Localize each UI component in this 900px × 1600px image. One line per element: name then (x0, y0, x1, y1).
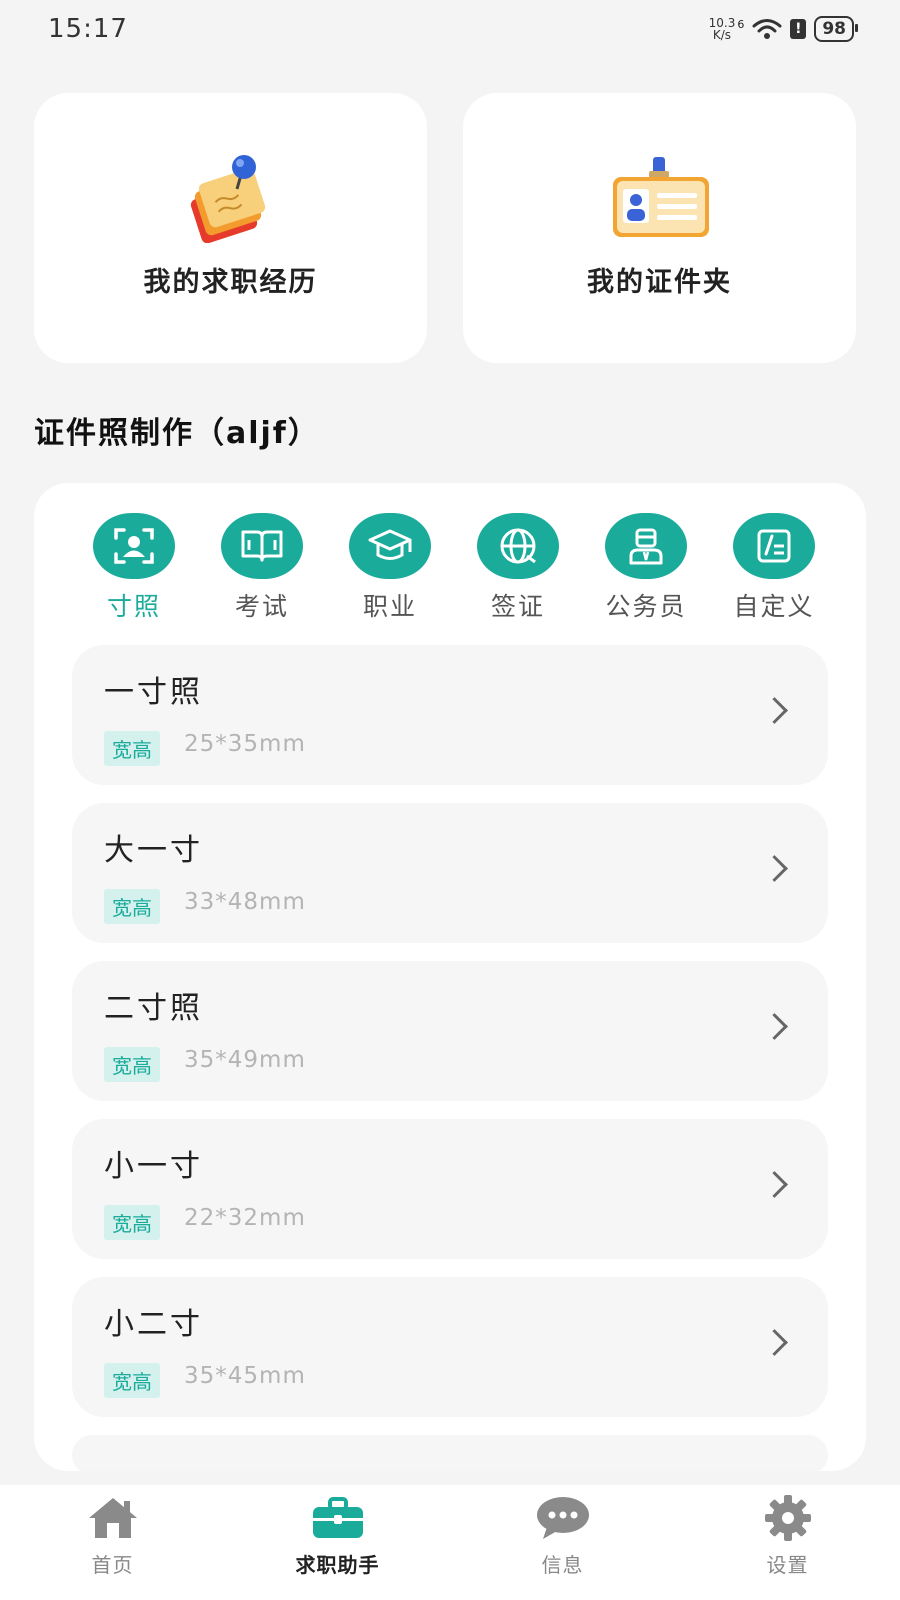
nav-label: 求职助手 (295, 1553, 380, 1577)
chevron-right-icon (761, 1013, 788, 1040)
tab-label: 考试 (234, 592, 289, 621)
category-tabs: 寸照 考试 职业 签证 公务员 自定义 (84, 513, 824, 623)
tab-inch-photo[interactable]: 寸照 (84, 513, 184, 623)
job-history-card[interactable]: 我的求职经历 (34, 93, 427, 363)
size-dimensions: 35*49mm (184, 1047, 306, 1073)
size-name: 一寸照 (104, 675, 203, 710)
signal-label: 6 (737, 17, 745, 31)
alert-icon: ! (790, 19, 807, 39)
size-dimensions: 35*45mm (184, 1363, 306, 1389)
id-badge-icon (612, 157, 709, 237)
globe-icon (500, 528, 536, 564)
book-icon (241, 530, 283, 562)
certificate-folder-label: 我的证件夹 (587, 267, 732, 298)
tab-label: 自定义 (733, 592, 815, 621)
size-dimensions: 33*48mm (184, 889, 306, 915)
gear-icon (764, 1495, 811, 1541)
size-tag: 宽高 (104, 1363, 160, 1398)
notes-pin-icon (190, 155, 265, 243)
nav-messages[interactable]: 信息 (450, 1485, 675, 1600)
graduation-cap-icon (368, 529, 412, 560)
tab-custom[interactable]: 自定义 (724, 513, 824, 623)
chevron-right-icon (761, 855, 788, 882)
chevron-right-icon (761, 1329, 788, 1356)
official-person-icon (629, 528, 663, 565)
list-item[interactable]: 小一寸 宽高 22*32mm (72, 1119, 828, 1259)
tab-label: 寸照 (106, 592, 161, 621)
size-tag: 宽高 (104, 1047, 160, 1082)
list-item[interactable]: 大一寸 宽高 33*48mm (72, 803, 828, 943)
chevron-right-icon (761, 697, 788, 724)
list-item[interactable]: 一寸照 宽高 25*35mm (72, 645, 828, 785)
certificate-folder-card[interactable]: 我的证件夹 (463, 93, 856, 363)
size-tag: 宽高 (104, 889, 160, 924)
network-speed: 10.3 K/s (709, 17, 736, 41)
tab-label: 职业 (362, 592, 417, 621)
bottom-nav: 首页 求职助手 信息 设置 (0, 1485, 900, 1600)
list-item[interactable]: 二寸照 宽高 35*49mm (72, 961, 828, 1101)
photo-size-panel: 寸照 考试 职业 签证 公务员 自定义 一寸照 宽高 25*35mm 大一寸 宽… (34, 483, 866, 1471)
status-bar: 15:17 10.3 K/s 6 ! 98 (0, 0, 900, 60)
briefcase-icon (312, 1497, 363, 1538)
status-indicators: 10.3 K/s 6 ! 98 (709, 16, 858, 42)
chat-bubble-icon (536, 1497, 589, 1539)
tab-label: 公务员 (605, 592, 687, 621)
size-name: 二寸照 (104, 991, 203, 1026)
network-speed-unit: K/s (712, 28, 732, 42)
list-item[interactable]: 小二寸 宽高 35*45mm (72, 1277, 828, 1417)
nav-settings[interactable]: 设置 (675, 1485, 900, 1600)
wifi-icon (752, 19, 782, 39)
tab-civil-servant[interactable]: 公务员 (596, 513, 696, 623)
tab-profession[interactable]: 职业 (340, 513, 440, 623)
tab-label: 签证 (490, 592, 545, 621)
section-title: 证件照制作（aljf） (34, 416, 320, 451)
size-list: 一寸照 宽高 25*35mm 大一寸 宽高 33*48mm 二寸照 宽高 35*… (72, 645, 828, 1471)
nav-home[interactable]: 首页 (0, 1485, 225, 1600)
job-history-label: 我的求职经历 (143, 267, 318, 298)
chevron-right-icon (761, 1171, 788, 1198)
size-name: 小二寸 (104, 1307, 203, 1342)
tab-visa[interactable]: 签证 (468, 513, 568, 623)
size-name: 大一寸 (104, 833, 203, 868)
size-dimensions: 22*32mm (184, 1205, 306, 1231)
edit-icon (757, 529, 791, 563)
home-icon (88, 1498, 137, 1538)
status-time: 15:17 (48, 14, 128, 44)
nav-label: 首页 (91, 1553, 134, 1577)
portrait-frame-icon (114, 528, 154, 564)
size-tag: 宽高 (104, 1205, 160, 1240)
list-item-partial[interactable] (72, 1435, 828, 1471)
size-tag: 宽高 (104, 731, 160, 766)
nav-label: 信息 (541, 1553, 584, 1577)
nav-label: 设置 (766, 1553, 809, 1577)
battery-indicator: 98 (814, 16, 858, 42)
tab-exam[interactable]: 考试 (212, 513, 312, 623)
size-name: 小一寸 (104, 1149, 203, 1184)
nav-job-assistant[interactable]: 求职助手 (225, 1485, 450, 1600)
size-dimensions: 25*35mm (184, 731, 306, 757)
